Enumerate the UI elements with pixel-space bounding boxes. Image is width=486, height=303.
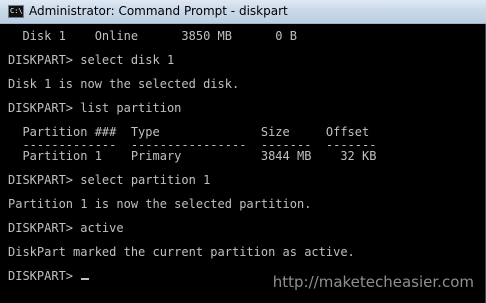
console-prompt[interactable]: DISKPART> <box>8 266 90 286</box>
console-line-select-disk-command: DISKPART> select disk 1 <box>8 53 175 67</box>
command-prompt-icon[interactable]: C:\ <box>8 5 24 18</box>
console-output[interactable]: Disk 1 Online 3850 MB 0 B DISKPART> sele… <box>0 24 486 303</box>
command-prompt-window: C:\ Administrator: Command Prompt - disk… <box>0 0 486 303</box>
title-bar[interactable]: C:\ Administrator: Command Prompt - disk… <box>0 0 486 24</box>
console-line-list-partition-command: DISKPART> list partition <box>8 101 182 115</box>
console-line-select-partition-command: DISKPART> select partition 1 <box>8 173 211 187</box>
console-line-active-confirmation: DiskPart marked the current partition as… <box>8 245 355 259</box>
console-line-disk-selected: Disk 1 is now the selected disk. <box>8 77 240 91</box>
console-line-active-command: DISKPART> active <box>8 221 124 235</box>
watermark-text: http://maketecheasier.com <box>272 273 474 291</box>
window-title: Administrator: Command Prompt - diskpart <box>29 4 288 18</box>
partition-table-row: Partition 1 Primary 3844 MB 32 KB <box>8 149 377 163</box>
prompt-text: DISKPART> <box>8 269 81 283</box>
console-line-disk-status: Disk 1 Online 3850 MB 0 B <box>8 29 297 43</box>
text-cursor <box>81 278 90 280</box>
console-line-partition-selected: Partition 1 is now the selected partitio… <box>8 197 312 211</box>
